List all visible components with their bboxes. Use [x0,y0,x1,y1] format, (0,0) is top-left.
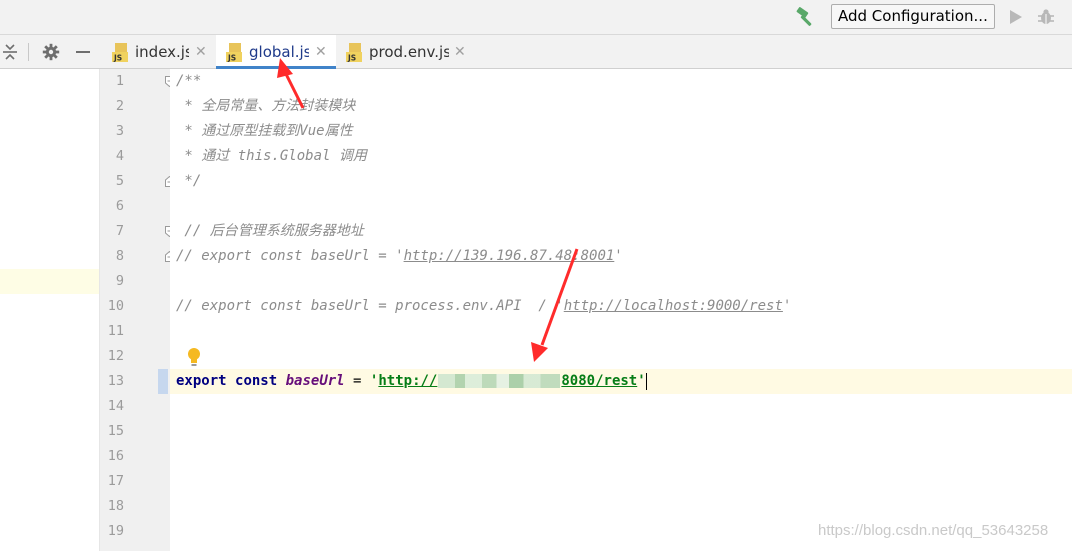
redacted-ip [438,374,561,388]
tab-label: global.js [249,43,309,61]
svg-text:JS: JS [347,54,356,63]
gutter-line: 3 [100,119,170,144]
tab-index-js[interactable]: JS index.js ✕ [102,35,214,69]
add-configuration-button[interactable]: Add Configuration... [831,4,995,29]
svg-text:JS: JS [227,54,236,63]
tab-label: index.js [135,43,189,61]
tab-prod-env-js[interactable]: JS prod.env.js ✕ [336,35,472,69]
play-icon[interactable] [1006,8,1024,26]
watermark: https://blog.csdn.net/qq_53643258 [818,522,1049,539]
gutter-line: 14 [100,394,170,419]
code-comment: ' [782,298,792,314]
gutter-line: 16 [100,444,170,469]
code-line-8: // export const baseUrl = 'http://139.19… [176,244,623,269]
line-number: 1 [115,73,124,89]
gutter-line: 9 [100,269,170,294]
main-toolbar: Add Configuration... [0,0,1072,35]
gutter-line: 1 [100,69,170,94]
code-line-10: // export const baseUrl = process.env.AP… [176,294,791,319]
gutter-line: 12 [100,344,170,369]
js-file-icon: JS [226,43,242,63]
hammer-icon[interactable] [795,6,817,28]
string-quote: ' [637,373,646,389]
line-number-gutter: 1 2 3 4 5 6 7 8 9 10 11 12 13 14 15 16 1… [100,69,174,551]
project-panel-tools [0,35,100,69]
line-number: 9 [115,273,124,289]
bug-icon[interactable] [1036,7,1056,27]
js-file-icon: JS [112,43,128,63]
tab-global-js[interactable]: JS global.js ✕ [216,35,336,69]
code-comment-url[interactable]: http://localhost:9000/rest [564,298,783,314]
lightbulb-icon[interactable] [186,347,202,367]
code-line-4: * 通过 this.Global 调用 [176,148,367,164]
gutter-line: 15 [100,419,170,444]
project-panel [0,69,100,551]
line-number: 16 [107,448,124,464]
gutter-line: 11 [100,319,170,344]
line-number: 4 [115,148,124,164]
text-cursor [645,372,647,390]
code-editor[interactable]: /** * 全局常量、方法封装模块 * 通过原型挂载到Vue属性 * 通过 th… [170,69,1072,551]
gutter-line: 8 [100,244,170,269]
gutter-line: 2 [100,94,170,119]
gutter-line: 10 [100,294,170,319]
operator: = [344,373,370,389]
code-line-7: // 后台管理系统服务器地址 [176,223,364,239]
line-number: 3 [115,123,124,139]
minimize-icon[interactable] [76,51,90,53]
code-comment: ' [614,248,623,264]
toolbar-divider [28,43,29,61]
url-end[interactable]: 8080/rest [561,373,637,389]
line-number: 7 [115,223,124,239]
gutter-line: 19 [100,519,170,544]
project-panel-selected-row[interactable] [0,269,100,294]
line-number: 17 [107,473,124,489]
code-comment: // export const baseUrl = process.env.AP… [176,298,564,314]
gutter-line: 6 [100,194,170,219]
line-number: 11 [107,323,124,339]
collapse-all-icon[interactable] [2,43,18,61]
variable-name: baseUrl [285,373,345,389]
gutter-line: 17 [100,469,170,494]
close-icon[interactable]: ✕ [454,43,466,61]
line-number: 14 [107,398,124,414]
current-line-marker [158,369,168,394]
code-line-13: export const baseUrl = ' http:// 8080/rest… [176,369,647,394]
svg-text:JS: JS [113,54,122,63]
code-line-5: */ [176,173,202,189]
tab-label: prod.env.js [369,43,449,61]
gutter-line: 18 [100,494,170,519]
gutter-line: 7 [100,219,170,244]
line-number: 8 [115,248,124,264]
js-file-icon: JS [346,43,362,63]
editor-tab-strip: JS index.js ✕ JS global.js ✕ JS prod.env… [0,35,1072,69]
code-line-1: /** [176,73,202,89]
code-comment-url[interactable]: http://139.196.87.48:8001 [404,248,615,264]
line-number: 2 [115,98,124,114]
url-start[interactable]: http:// [378,373,437,389]
code-line-2: * 全局常量、方法封装模块 [176,98,356,114]
close-icon[interactable]: ✕ [315,43,327,61]
line-number: 13 [107,373,124,389]
gutter-line: 5 [100,169,170,194]
close-icon[interactable]: ✕ [195,43,207,61]
gutter-line: 4 [100,144,170,169]
keyword: export [176,373,227,389]
code-comment: // export const baseUrl = ' [176,248,404,264]
code-line-3: * 通过原型挂载到Vue属性 [176,123,353,139]
line-number: 18 [107,498,124,514]
line-number: 6 [115,198,124,214]
line-number: 15 [107,423,124,439]
line-number: 12 [107,348,124,364]
keyword: const [235,373,278,389]
gear-icon[interactable] [42,43,60,61]
line-number: 10 [107,298,124,314]
line-number: 5 [115,173,124,189]
line-number: 19 [107,523,124,539]
